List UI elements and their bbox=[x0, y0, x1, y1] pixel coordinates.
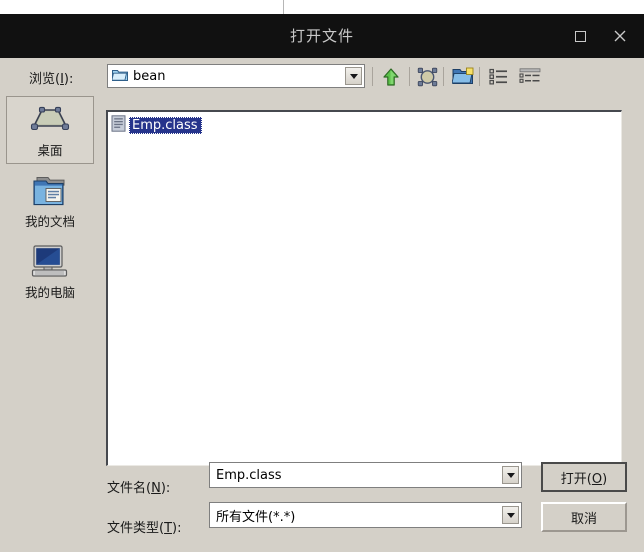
close-icon bbox=[614, 30, 626, 42]
close-button[interactable] bbox=[600, 14, 640, 58]
filetype-label-mnemonic: T bbox=[164, 521, 173, 536]
filetype-label-post: ): bbox=[172, 521, 182, 536]
open-file-dialog-screen: 打开文件 浏览(I): bean 桌面 我的文档 我的电脑 Emp.class … bbox=[0, 0, 644, 552]
sidebar-item-my-documents[interactable]: 我的文档 bbox=[6, 167, 94, 235]
filename-label-pre: 文件名( bbox=[107, 481, 152, 496]
filename-label-mnemonic: N bbox=[151, 481, 161, 496]
filename-label: 文件名(N): bbox=[107, 477, 170, 496]
file-list[interactable]: Emp.class bbox=[106, 110, 622, 466]
sidebar-item-desktop[interactable]: 桌面 bbox=[6, 96, 94, 164]
desktop-icon bbox=[29, 102, 71, 136]
details-view-button[interactable] bbox=[517, 64, 543, 89]
list-view-icon bbox=[489, 68, 507, 85]
browse-label: 浏览(I): bbox=[29, 68, 73, 87]
filetype-combobox[interactable]: 所有文件(*.*) bbox=[209, 502, 522, 528]
filetype-value: 所有文件(*.*) bbox=[216, 509, 296, 525]
filename-label-post: ): bbox=[160, 481, 171, 496]
cancel-button[interactable]: 取消 bbox=[541, 502, 627, 532]
path-combobox[interactable]: bean bbox=[107, 64, 365, 88]
filename-value: Emp.class bbox=[216, 467, 282, 483]
filetype-label-pre: 文件类型( bbox=[107, 521, 165, 536]
path-dropdown-button[interactable] bbox=[345, 67, 362, 85]
places-sidebar: 桌面 我的文档 我的电脑 bbox=[6, 96, 100, 461]
home-icon bbox=[417, 67, 437, 86]
file-icon bbox=[111, 114, 126, 136]
open-label-pre: 打开( bbox=[560, 471, 592, 487]
list-view-button[interactable] bbox=[486, 64, 512, 89]
details-view-icon bbox=[519, 68, 541, 83]
background-divider bbox=[283, 0, 284, 14]
list-item[interactable]: Emp.class bbox=[111, 114, 202, 136]
chevron-down-icon bbox=[506, 512, 515, 518]
maximize-button[interactable] bbox=[560, 14, 600, 58]
folder-icon bbox=[111, 67, 128, 86]
filename-dropdown-button[interactable] bbox=[502, 466, 519, 484]
new-folder-icon bbox=[452, 67, 474, 84]
background-top-strip bbox=[0, 0, 644, 14]
open-label-post: ) bbox=[602, 471, 608, 487]
browse-label-post: ): bbox=[63, 72, 74, 87]
computer-icon bbox=[31, 244, 69, 278]
chevron-down-icon bbox=[506, 472, 515, 478]
toolbar-separator bbox=[409, 67, 410, 86]
up-one-level-button[interactable] bbox=[378, 64, 404, 89]
sidebar-item-label: 我的电脑 bbox=[24, 284, 75, 300]
toolbar: 浏览(I): bean bbox=[0, 58, 644, 96]
filetype-dropdown-button[interactable] bbox=[502, 506, 519, 524]
filetype-label: 文件类型(T): bbox=[107, 517, 181, 536]
open-file-dialog: 打开文件 浏览(I): bean 桌面 我的文档 我的电脑 Emp.class … bbox=[0, 14, 644, 552]
documents-folder-icon bbox=[32, 173, 68, 207]
chevron-down-icon bbox=[349, 73, 358, 79]
sidebar-item-my-computer[interactable]: 我的电脑 bbox=[6, 238, 94, 306]
sidebar-item-label: 我的文档 bbox=[24, 213, 75, 229]
open-label-mnemonic: O bbox=[591, 471, 603, 487]
sidebar-item-label: 桌面 bbox=[37, 142, 63, 158]
browse-label-pre: 浏览( bbox=[29, 72, 61, 87]
toolbar-separator bbox=[479, 67, 480, 86]
open-button[interactable]: 打开(O) bbox=[541, 462, 627, 492]
toolbar-separator bbox=[372, 67, 373, 86]
maximize-icon bbox=[574, 30, 586, 42]
new-folder-button[interactable] bbox=[450, 64, 476, 89]
home-button[interactable] bbox=[414, 64, 440, 89]
window-title: 打开文件 bbox=[289, 27, 354, 45]
cancel-button-label: 取消 bbox=[570, 511, 597, 527]
toolbar-separator bbox=[443, 67, 444, 86]
filename-combobox[interactable]: Emp.class bbox=[209, 462, 522, 488]
path-value: bean bbox=[133, 68, 166, 84]
file-name: Emp.class bbox=[129, 116, 202, 134]
up-arrow-icon bbox=[383, 67, 399, 86]
title-bar: 打开文件 bbox=[0, 14, 644, 58]
open-button-label: 打开(O) bbox=[561, 468, 607, 487]
